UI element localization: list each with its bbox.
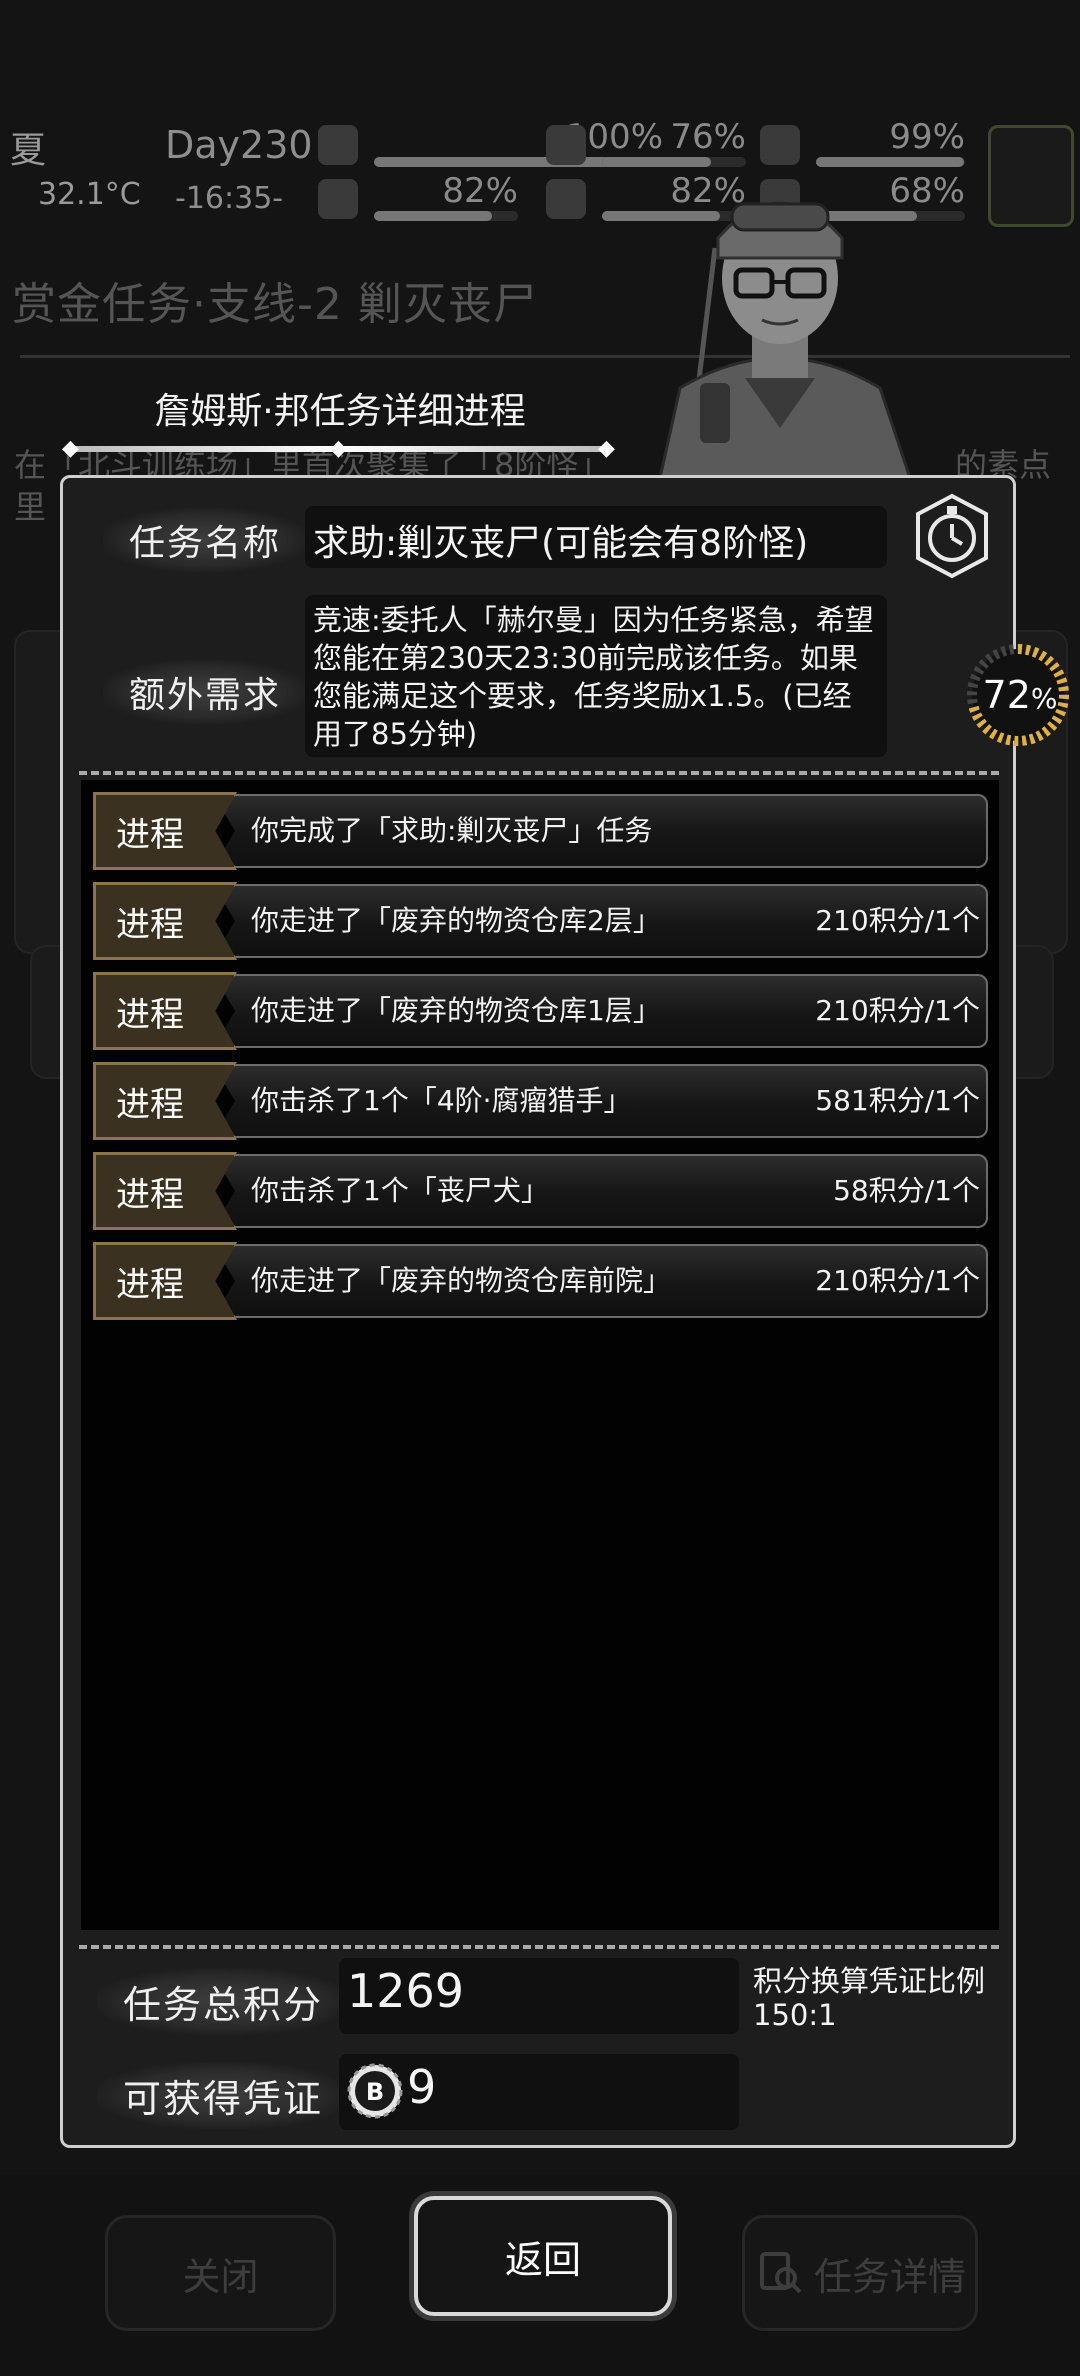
water-drop-icon bbox=[546, 179, 586, 219]
equipment-slot[interactable] bbox=[988, 125, 1074, 227]
stat-energy: 99% bbox=[760, 117, 965, 167]
task-name-field: 求助:剿灭丧尸(可能会有8阶怪) bbox=[305, 506, 887, 568]
timer-unit: % bbox=[1030, 682, 1058, 715]
arrow-ornament-icon: ◆ bbox=[62, 436, 79, 461]
progress-text: 你走进了「废弃的物资仓库前院」 bbox=[251, 1264, 672, 1297]
stat-value: 99% bbox=[889, 117, 965, 157]
boot-icon bbox=[318, 179, 358, 219]
return-button[interactable]: 返回 bbox=[414, 2196, 672, 2316]
total-score-label: 任务总积分 bbox=[97, 1968, 350, 2035]
clock-label: -16:35- bbox=[175, 181, 284, 216]
conversion-ratio-label: 积分换算凭证比例 bbox=[753, 1964, 986, 1998]
day-label: Day230 bbox=[165, 123, 313, 167]
stat-hunger: 76% bbox=[546, 117, 746, 167]
voucher-label: 可获得凭证 bbox=[97, 2062, 350, 2129]
progress-row: 进程 你击杀了1个「4阶·腐瘤猎手」 581积分/1个 bbox=[93, 1062, 988, 1140]
progress-row: 进程 你完成了「求助:剿灭丧尸」任务 bbox=[93, 792, 988, 870]
timer-value: 72 bbox=[982, 673, 1031, 717]
progress-score: 581积分/1个 bbox=[815, 1084, 980, 1117]
stopwatch-icon bbox=[916, 493, 988, 579]
progress-badge: 进程 bbox=[93, 1242, 237, 1320]
arrow-ornament-icon: ◆ bbox=[330, 436, 347, 461]
arrow-ornament-icon: ◆ bbox=[598, 436, 615, 461]
progress-text: 你击杀了1个「4阶·腐瘤猎手」 bbox=[251, 1084, 632, 1117]
progress-badge: 进程 bbox=[93, 1062, 237, 1140]
progress-row: 进程 你击杀了1个「丧尸犬」 58积分/1个 bbox=[93, 1152, 988, 1230]
progress-text: 你击杀了1个「丧尸犬」 bbox=[251, 1174, 549, 1207]
progress-row: 进程 你走进了「废弃的物资仓库前院」 210积分/1个 bbox=[93, 1242, 988, 1320]
season-label: 夏 bbox=[10, 130, 47, 171]
progress-score: 210积分/1个 bbox=[815, 994, 980, 1027]
extra-requirement-label: 额外需求 bbox=[103, 660, 308, 724]
progress-row: 进程 你走进了「废弃的物资仓库1层」 210积分/1个 bbox=[93, 972, 988, 1050]
dialog-banner-title: 詹姆斯·邦任务详细进程 bbox=[154, 391, 526, 432]
progress-score: 210积分/1个 bbox=[815, 904, 980, 937]
progress-badge: 进程 bbox=[93, 972, 237, 1050]
close-button[interactable]: 关闭 bbox=[105, 2215, 336, 2331]
timer-percent: 72% bbox=[975, 673, 1065, 717]
progress-score: 58积分/1个 bbox=[833, 1174, 980, 1207]
progress-text: 你完成了「求助:剿灭丧尸」任务 bbox=[251, 814, 653, 847]
stomach-icon bbox=[546, 125, 586, 165]
voucher-coin-icon: B bbox=[347, 2063, 403, 2118]
task-details-button[interactable]: 任务详情 bbox=[742, 2215, 978, 2331]
task-details-label: 任务详情 bbox=[813, 2254, 966, 2299]
dashed-divider bbox=[79, 1945, 999, 1949]
temperature-label: 32.1°C bbox=[38, 177, 141, 212]
background-title: 赏金任务·支线-2 剿灭丧尸 bbox=[12, 279, 538, 330]
total-score-field: 1269 bbox=[339, 1958, 739, 2034]
task-name-label: 任务名称 bbox=[103, 508, 308, 572]
task-progress-dialog: 任务名称 求助:剿灭丧尸(可能会有8阶怪) 额外需求 竞速:委托人「赫尔曼」因为… bbox=[60, 475, 1069, 2148]
stat-value: 82% bbox=[442, 171, 518, 211]
stat-stamina: 82% bbox=[318, 171, 518, 221]
progress-text: 你走进了「废弃的物资仓库2层」 bbox=[251, 904, 661, 937]
magnifier-document-icon bbox=[759, 2252, 802, 2294]
extra-requirement-field: 竞速:委托人「赫尔曼」因为任务紧急，希望您能在第230天23:30前完成该任务。… bbox=[305, 595, 887, 757]
battery-icon bbox=[760, 125, 800, 165]
svg-text:B: B bbox=[366, 2078, 384, 2106]
progress-list[interactable]: 进程 你完成了「求助:剿灭丧尸」任务 进程 你走进了「废弃的物资仓库2层」 21… bbox=[81, 780, 999, 1930]
progress-badge: 进程 bbox=[93, 882, 237, 960]
voucher-value: 9 bbox=[407, 2060, 437, 2114]
conversion-ratio-value: 150:1 bbox=[753, 1998, 837, 2032]
soldier-portrait bbox=[658, 201, 912, 478]
progress-row: 进程 你走进了「废弃的物资仓库2层」 210积分/1个 bbox=[93, 882, 988, 960]
progress-score: 210积分/1个 bbox=[815, 1264, 980, 1297]
conversion-ratio: 积分换算凭证比例 150:1 bbox=[753, 1964, 985, 2032]
dashed-divider bbox=[79, 771, 999, 775]
background-text: 里 bbox=[14, 488, 47, 526]
medkit-icon bbox=[318, 125, 358, 165]
voucher-field: B 9 bbox=[339, 2054, 739, 2130]
progress-badge: 进程 bbox=[93, 1152, 237, 1230]
progress-text: 你走进了「废弃的物资仓库1层」 bbox=[251, 994, 661, 1027]
progress-badge: 进程 bbox=[93, 792, 237, 870]
stat-value: 76% bbox=[670, 117, 746, 157]
